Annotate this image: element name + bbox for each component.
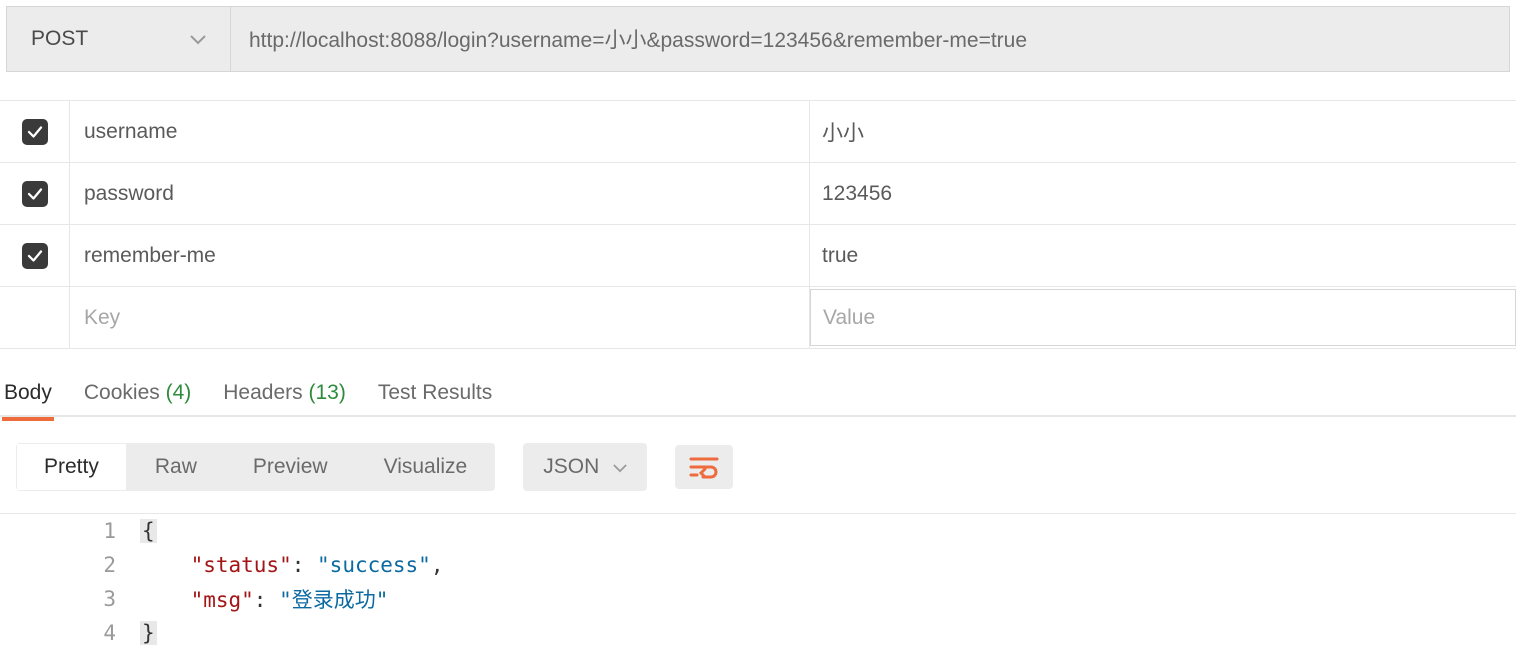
view-tab-label: Visualize <box>384 455 468 478</box>
view-tab-pretty[interactable]: Pretty <box>16 443 127 491</box>
param-value-input[interactable]: 小小 <box>810 101 1516 162</box>
code-text: "success" <box>317 553 431 577</box>
url-input[interactable]: http://localhost:8088/login?username=小小&… <box>231 7 1509 71</box>
code-text: "msg" <box>191 588 254 612</box>
param-key-text: remember-me <box>84 244 216 268</box>
param-enable-cell <box>0 163 70 224</box>
request-bar: POST http://localhost:8088/login?usernam… <box>6 6 1510 72</box>
param-enable-cell <box>0 225 70 286</box>
param-value-text: 小小 <box>822 117 864 147</box>
line-number: 3 <box>0 587 140 611</box>
response-body-viewer[interactable]: 1 { 2 "status": "success", 3 "msg": "登录成… <box>0 513 1516 650</box>
body-format-select[interactable]: JSON <box>523 443 647 491</box>
http-method-label: POST <box>31 27 88 51</box>
param-value-input[interactable]: true <box>810 225 1516 286</box>
code-text: "登录成功" <box>279 588 388 612</box>
param-key-input[interactable]: remember-me <box>70 225 810 286</box>
code-line: 3 "msg": "登录成功" <box>0 582 1516 616</box>
view-tab-label: Preview <box>253 455 328 478</box>
tab-headers[interactable]: Headers (13) <box>221 373 348 419</box>
param-value-input[interactable]: 123456 <box>810 163 1516 224</box>
param-value-placeholder: Value <box>823 306 875 330</box>
wrap-icon <box>689 455 719 479</box>
tab-test-results[interactable]: Test Results <box>376 373 494 419</box>
response-tabs: Body Cookies (4) Headers (13) Test Resul… <box>0 349 1516 417</box>
check-icon <box>26 185 44 203</box>
line-number: 4 <box>0 621 140 645</box>
line-number: 2 <box>0 553 140 577</box>
tab-label: Test Results <box>378 381 492 404</box>
code-line: 4 } <box>0 616 1516 650</box>
chevron-down-icon <box>613 455 627 479</box>
tab-count: (4) <box>166 381 192 404</box>
params-table: username 小小 password 123456 remember-me … <box>0 100 1516 349</box>
table-row: password 123456 <box>0 163 1516 225</box>
body-toolbar: Pretty Raw Preview Visualize JSON <box>0 417 1516 497</box>
param-key-text: username <box>84 120 177 144</box>
chevron-down-icon <box>190 27 206 51</box>
line-number: 1 <box>0 519 140 543</box>
tab-cookies[interactable]: Cookies (4) <box>82 373 193 419</box>
param-value-text: true <box>822 244 858 268</box>
code-text: { <box>140 519 157 543</box>
table-row-new: Key Value <box>0 287 1516 349</box>
param-checkbox[interactable] <box>22 119 48 145</box>
table-row: remember-me true <box>0 225 1516 287</box>
code-line: 2 "status": "success", <box>0 548 1516 582</box>
tab-count: (13) <box>309 381 346 404</box>
view-tab-visualize[interactable]: Visualize <box>356 443 496 491</box>
view-tab-preview[interactable]: Preview <box>225 443 356 491</box>
format-label: JSON <box>543 455 599 479</box>
body-view-tabs: Pretty Raw Preview Visualize <box>16 443 495 491</box>
code-text: "status" <box>191 553 292 577</box>
code-text: } <box>140 621 157 645</box>
param-key-input[interactable]: password <box>70 163 810 224</box>
tab-body[interactable]: Body <box>2 373 54 419</box>
url-text: http://localhost:8088/login?username=小小&… <box>249 24 1027 54</box>
code-line: 1 { <box>0 514 1516 548</box>
table-row: username 小小 <box>0 101 1516 163</box>
param-value-text: 123456 <box>822 182 892 206</box>
param-value-input[interactable]: Value <box>810 289 1516 346</box>
param-key-input[interactable]: Key <box>70 287 810 348</box>
tab-label: Headers <box>223 381 302 404</box>
view-tab-label: Pretty <box>44 455 99 478</box>
tab-label: Body <box>4 381 52 404</box>
wrap-lines-button[interactable] <box>675 445 733 489</box>
param-key-placeholder: Key <box>84 306 120 330</box>
param-key-text: password <box>84 182 174 206</box>
tab-label: Cookies <box>84 381 160 404</box>
http-method-select[interactable]: POST <box>7 7 231 71</box>
param-enable-cell <box>0 101 70 162</box>
check-icon <box>26 247 44 265</box>
param-checkbox[interactable] <box>22 181 48 207</box>
param-checkbox[interactable] <box>22 243 48 269</box>
view-tab-raw[interactable]: Raw <box>127 443 225 491</box>
param-enable-cell <box>0 287 70 348</box>
param-key-input[interactable]: username <box>70 101 810 162</box>
view-tab-label: Raw <box>155 455 197 478</box>
check-icon <box>26 123 44 141</box>
